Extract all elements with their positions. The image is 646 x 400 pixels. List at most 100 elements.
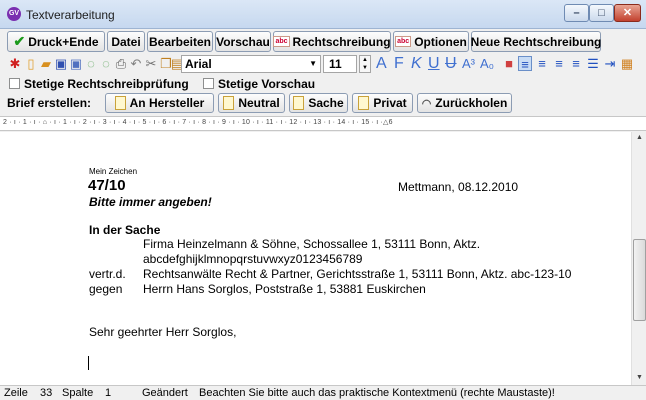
vertical-scrollbar[interactable]: ▲ ▼: [631, 132, 646, 385]
font-grow-icon[interactable]: A: [376, 54, 387, 74]
neutral-button[interactable]: Neutral: [218, 93, 285, 113]
window-title: Textverarbeitung: [26, 8, 115, 22]
scroll-up-icon[interactable]: ▲: [632, 134, 646, 141]
status-bar: Zeile 33 Spalte 1 Geändert Beachten Sie …: [0, 385, 646, 400]
font-size-input[interactable]: 11: [323, 55, 357, 73]
ref-number: 47/10: [88, 177, 126, 194]
minimize-icon: –: [573, 7, 580, 19]
print-end-button[interactable]: ✔ Druck+Ende: [7, 31, 105, 52]
to-adversary-button[interactable]: An Hersteller: [105, 93, 214, 113]
open-folder-icon[interactable]: ▰: [39, 56, 53, 71]
bullet-list-icon[interactable]: ☰: [586, 56, 600, 71]
strikethrough-icon[interactable]: U: [445, 54, 457, 74]
align-right-icon[interactable]: ≡: [552, 56, 566, 71]
pin-icon[interactable]: ✱: [8, 56, 22, 71]
continuous-spelling-checkbox[interactable]: [9, 78, 20, 89]
app-icon: GV: [7, 7, 21, 21]
status-col-label: Spalte: [62, 387, 94, 399]
ruler[interactable]: 2 · ı · 1 · ı · ⌂ · ı · 1 · ı · 2 · ı · …: [0, 116, 646, 131]
justify-icon[interactable]: ≡: [569, 56, 583, 71]
main-toolbar: ✔ Druck+Ende Datei Bearbeiten Vorschau a…: [0, 31, 646, 53]
save-icon[interactable]: ▣: [54, 56, 68, 71]
status-hint: Beachten Sie bitte auch das praktische K…: [199, 387, 555, 399]
continuous-spelling-label: Stetige Rechtschreibprüfung: [24, 77, 189, 91]
spelling-label: Rechtschreibung: [292, 34, 391, 49]
underline-icon[interactable]: U: [428, 54, 440, 74]
document-icon: [223, 96, 235, 110]
options-button[interactable]: abc Optionen: [393, 31, 469, 52]
edit-button[interactable]: Bearbeiten: [147, 31, 213, 52]
options-row: Stetige Rechtschreibprüfung Stetige Vors…: [0, 75, 646, 93]
print-icon[interactable]: ⎙: [114, 56, 128, 71]
place-date: Mettmann, 08.12.2010: [398, 180, 519, 194]
against-text: Herrn Hans Sorglos, Poststraße 1, 53881 …: [143, 282, 426, 296]
undo-icon[interactable]: ↶: [129, 56, 143, 71]
cut-icon[interactable]: ✂: [144, 56, 158, 71]
scroll-down-icon[interactable]: ▼: [632, 374, 646, 381]
find-icon[interactable]: ◌: [84, 56, 98, 71]
color-icon[interactable]: ■: [502, 56, 516, 71]
close-button[interactable]: ✕: [614, 4, 641, 22]
align-center-icon[interactable]: ≡: [535, 56, 549, 71]
title-bar: GV Textverarbeitung – □ ✕: [0, 0, 646, 29]
font-size-spinner[interactable]: ▲ ▼: [359, 55, 371, 73]
bold-icon[interactable]: F: [394, 54, 404, 74]
ruler-scale: 2 · ı · 1 · ı · ⌂ · ı · 1 · ı · 2 · ı · …: [3, 119, 393, 126]
matter-label: Sache: [308, 96, 344, 110]
letter-row: Brief erstellen: An Hersteller Neutral S…: [0, 93, 646, 115]
new-spelling-button[interactable]: Neue Rechtschreibung: [471, 31, 601, 52]
maximize-icon: □: [598, 7, 605, 19]
italic-icon[interactable]: K: [411, 54, 422, 74]
rep-text: Rechtsanwälte Recht & Partner, Gerichtss…: [143, 267, 572, 281]
salutation: Sehr geehrter Herr Sorglos,: [89, 325, 237, 339]
text-cursor: [88, 356, 89, 370]
preview-button[interactable]: Vorschau: [215, 31, 271, 52]
edit-label: Bearbeiten: [148, 34, 212, 49]
file-button[interactable]: Datei: [107, 31, 145, 52]
spelling-button[interactable]: abc Rechtschreibung: [273, 31, 391, 52]
ref-note: Bitte immer angeben!: [89, 195, 212, 209]
status-line-label: Zeile: [4, 387, 28, 399]
insert-icon[interactable]: ▦: [620, 56, 634, 71]
save-as-icon[interactable]: ▣: [69, 56, 83, 71]
matter-button[interactable]: Sache: [289, 93, 348, 113]
party1-line2: abcdefghijklmnopqrstuvwxyz0123456789: [143, 252, 363, 266]
private-button[interactable]: Privat: [352, 93, 413, 113]
maximize-button[interactable]: □: [589, 4, 614, 22]
font-value: Arial: [185, 57, 212, 71]
chevron-down-icon: ▼: [309, 59, 317, 68]
new-spelling-label: Neue Rechtschreibung: [470, 34, 602, 49]
matter-heading: In der Sache: [89, 223, 161, 237]
neutral-label: Neutral: [238, 96, 280, 110]
continuous-preview-checkbox[interactable]: [203, 78, 214, 89]
to-adversary-label: An Hersteller: [129, 96, 205, 110]
print-end-label: Druck+Ende: [28, 34, 99, 49]
retrieve-button[interactable]: ◠ Zurückholen: [417, 93, 512, 113]
spellcheck-icon: abc: [273, 36, 290, 47]
indent-icon[interactable]: ⇥: [603, 56, 617, 71]
new-file-icon[interactable]: ▯: [24, 56, 38, 71]
minimize-button[interactable]: –: [564, 4, 589, 22]
status-line-value: 33: [40, 387, 53, 399]
status-changed: Geändert: [142, 387, 188, 399]
document-icon: [114, 96, 126, 110]
scrollbar-thumb[interactable]: [633, 239, 646, 321]
document-icon: [293, 96, 305, 110]
replace-icon[interactable]: ◌: [99, 56, 113, 71]
superscript-icon[interactable]: A³: [462, 54, 475, 74]
close-icon: ✕: [622, 7, 633, 19]
my-ref-label: Mein Zeichen: [89, 167, 138, 176]
subscript-icon[interactable]: A₀: [480, 54, 494, 74]
document-icon: [358, 96, 370, 110]
font-select[interactable]: Arial ▼: [181, 55, 321, 73]
retrieve-icon: ◠: [421, 97, 432, 110]
rep-label: vertr.d.: [89, 267, 126, 281]
align-left-icon[interactable]: ≡: [518, 56, 532, 72]
document-area[interactable]: Mein Zeichen 47/10 Mettmann, 08.12.2010 …: [0, 132, 631, 385]
spellcheck-options-icon: abc: [395, 36, 412, 47]
private-label: Privat: [373, 96, 407, 110]
continuous-preview-label: Stetige Vorschau: [218, 77, 316, 91]
retrieve-label: Zurückholen: [435, 96, 508, 110]
against-label: gegen: [89, 282, 123, 296]
checkmark-icon: ✔: [13, 33, 26, 49]
